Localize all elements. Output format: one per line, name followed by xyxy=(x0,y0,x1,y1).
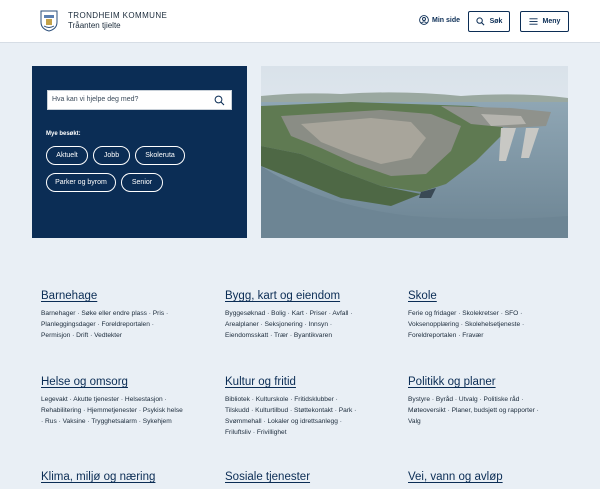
category-kultur-og-fritid: Kultur og fritid Bibliotek · Kulturskole… xyxy=(225,376,390,438)
search-icon xyxy=(475,17,485,26)
category-link-line[interactable]: Bystyre · Byråd · Utvalg · Politiske råd… xyxy=(408,394,573,405)
category-link-line[interactable]: Foreldreportalen · Fravær xyxy=(408,330,573,341)
category-links-bygg: Byggesøknad · Bolig · Kart · Priser · Av… xyxy=(225,308,390,341)
search-button[interactable]: Søk xyxy=(468,11,510,32)
menu-button[interactable]: Meny xyxy=(520,11,569,32)
category-link-line[interactable]: Møteoversikt · Planer, budsjett og rappo… xyxy=(408,405,573,416)
org-subtitle: Tråanten tjielte xyxy=(68,21,121,30)
category-title-politikk-og-planer[interactable]: Politikk og planer xyxy=(408,376,573,388)
org-name: TRONDHEIM KOMMUNE xyxy=(68,11,168,20)
search-button-label: Søk xyxy=(489,18,503,25)
min-side-label: Min side xyxy=(432,16,461,24)
category-link-line[interactable]: Voksenopplæring · Skolehelsetjeneste · xyxy=(408,319,573,330)
category-title-klima-miljo-naering[interactable]: Klima, miljø og næring xyxy=(41,471,206,483)
search-input[interactable]: Hva kan vi hjelpe deg med? xyxy=(47,90,232,110)
category-link-line[interactable]: Permisjon · Drift · Vedtekter xyxy=(41,330,206,341)
category-skole: Skole Ferie og fridager · Skolekretser ·… xyxy=(408,290,573,341)
category-links-barnehage: Barnehager · Søke eller endre plass · Pr… xyxy=(41,308,206,341)
category-link-line[interactable]: · Rus · Vaksine · Trygghetsalarm · Sykeh… xyxy=(41,416,206,427)
hamburger-icon xyxy=(528,18,538,25)
category-helse-og-omsorg: Helse og omsorg Legevakt · Akutte tjenes… xyxy=(41,376,206,427)
category-barnehage: Barnehage Barnehager · Søke eller endre … xyxy=(41,290,206,341)
category-title-helse-og-omsorg[interactable]: Helse og omsorg xyxy=(41,376,206,388)
category-sosiale-tjenester: Sosiale tjenester xyxy=(225,471,390,489)
category-links-helse: Legevakt · Akutte tjenester · Helsestasj… xyxy=(41,394,206,427)
category-link-line[interactable]: Bibliotek · Kulturskole · Fritidsklubber… xyxy=(225,394,390,405)
category-link-line[interactable]: Barnehager · Søke eller endre plass · Pr… xyxy=(41,308,206,319)
category-link-line[interactable]: Ferie og fridager · Skolekretser · SFO · xyxy=(408,308,573,319)
city-aerial-photo xyxy=(261,66,568,238)
category-link-line[interactable]: Svømmehall · Lokaler og idrettsanlegg · xyxy=(225,416,390,427)
category-link-line[interactable]: Tilskudd · Kulturtilbud · Støttekontakt … xyxy=(225,405,390,416)
min-side-link[interactable]: Min side xyxy=(419,15,460,25)
chip-parker-og-byrom[interactable]: Parker og byrom xyxy=(46,173,116,192)
chip-senior[interactable]: Senior xyxy=(121,173,163,192)
category-links-skole: Ferie og fridager · Skolekretser · SFO ·… xyxy=(408,308,573,341)
search-icon[interactable] xyxy=(214,95,225,106)
city-coat-of-arms-logo[interactable] xyxy=(40,10,58,32)
category-link-line[interactable]: Friluftsliv · Frivillighet xyxy=(225,427,390,438)
chip-skoleruta[interactable]: Skoleruta xyxy=(135,146,185,165)
category-title-bygg-kart-eiendom[interactable]: Bygg, kart og eiendom xyxy=(225,290,390,302)
menu-button-label: Meny xyxy=(542,18,561,25)
chip-jobb[interactable]: Jobb xyxy=(93,146,130,165)
category-klima-miljo-naering: Klima, miljø og næring xyxy=(41,471,206,489)
user-icon xyxy=(419,15,429,25)
category-bygg-kart-eiendom: Bygg, kart og eiendom Byggesøknad · Boli… xyxy=(225,290,390,341)
category-title-skole[interactable]: Skole xyxy=(408,290,573,302)
category-link-line[interactable]: Byggesøknad · Bolig · Kart · Priser · Av… xyxy=(225,308,390,319)
category-link-line[interactable]: Legevakt · Akutte tjenester · Helsestasj… xyxy=(41,394,206,405)
category-politikk-og-planer: Politikk og planer Bystyre · Byråd · Utv… xyxy=(408,376,573,427)
category-title-sosiale-tjenester[interactable]: Sosiale tjenester xyxy=(225,471,390,483)
chip-aktuelt[interactable]: Aktuelt xyxy=(46,146,88,165)
category-link-line[interactable]: Valg xyxy=(408,416,573,427)
category-title-barnehage[interactable]: Barnehage xyxy=(41,290,206,302)
category-title-kultur-og-fritid[interactable]: Kultur og fritid xyxy=(225,376,390,388)
category-vei-vann-avlop: Vei, vann og avløp xyxy=(408,471,573,489)
category-link-line[interactable]: Arealplaner · Seksjonering · Innsyn · xyxy=(225,319,390,330)
most-visited-label: Mye besøkt: xyxy=(46,131,81,137)
search-placeholder: Hva kan vi hjelpe deg med? xyxy=(52,96,139,103)
category-link-line[interactable]: Planleggingsdager · Foreldreportalen · xyxy=(41,319,206,330)
category-link-line[interactable]: Rehabilitering · Hjemmetjenester · Psyki… xyxy=(41,405,206,416)
category-links-politikk: Bystyre · Byråd · Utvalg · Politiske råd… xyxy=(408,394,573,427)
category-title-vei-vann-avlop[interactable]: Vei, vann og avløp xyxy=(408,471,573,483)
category-links-kultur: Bibliotek · Kulturskole · Fritidsklubber… xyxy=(225,394,390,438)
site-header: TRONDHEIM KOMMUNE Tråanten tjielte Min s… xyxy=(0,0,600,43)
category-link-line[interactable]: Eiendomsskatt · Trær · Byantikvaren xyxy=(225,330,390,341)
